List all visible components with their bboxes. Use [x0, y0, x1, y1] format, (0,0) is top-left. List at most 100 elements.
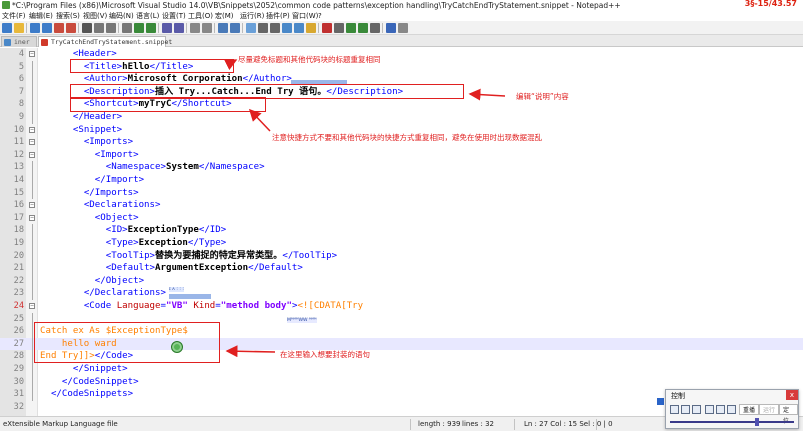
code-token: <ID> [105, 225, 128, 236]
menu-macro[interactable]: 宏(M) [215, 11, 234, 21]
find-icon[interactable] [162, 23, 172, 33]
undo-icon[interactable] [134, 23, 144, 33]
folder-as-workspace-icon[interactable] [306, 23, 316, 33]
redo-icon[interactable] [146, 23, 156, 33]
line-number: 6 [18, 74, 24, 85]
note-shortcut: 注意快捷方式不要和其他代码块的快捷方式重复相同，避免在使用时出现数据混乱 [272, 133, 542, 142]
record-macro-icon[interactable] [322, 23, 332, 33]
tab-active-snippet[interactable]: TryCatchEndTryStatement.snippet [38, 36, 172, 47]
menu-run[interactable]: 运行(R) [240, 11, 264, 21]
code-line[interactable]: 22 </Object> [0, 274, 803, 288]
sync-v-icon[interactable] [218, 23, 228, 33]
save-icon[interactable] [30, 23, 40, 33]
code-token: Microsoft Corporation [127, 74, 243, 85]
fold-guide [32, 60, 33, 74]
line-number: 28 [13, 351, 24, 362]
tab-inactive[interactable]: iner [1, 36, 37, 47]
code-line[interactable]: 16− <Declarations> [0, 199, 803, 212]
menu-window[interactable]: 窗口(W) [292, 11, 318, 21]
menu-edit[interactable]: 编辑(E) [29, 11, 53, 21]
close-icon[interactable] [54, 23, 64, 33]
fold-toggle-icon[interactable]: − [29, 51, 35, 57]
zoom-in-icon[interactable] [190, 23, 200, 33]
menu-file[interactable]: 文件(F) [2, 11, 26, 21]
code-line[interactable]: 19 <Type>Exception</Type> [0, 237, 803, 250]
menu-help[interactable]: ? [318, 11, 322, 21]
code-token: <Code [83, 301, 117, 311]
code-line[interactable]: 15 </Imports> [0, 186, 803, 200]
option-b-icon[interactable] [716, 405, 725, 414]
code-token: </Imports> [83, 187, 139, 198]
spell-icon[interactable] [386, 23, 396, 33]
zoom-out-icon[interactable] [202, 23, 212, 33]
fold-guide [32, 73, 33, 86]
code-line[interactable]: 13 <Namespace>System</Namespace> [0, 161, 803, 174]
toolbar-separator [118, 23, 119, 33]
fold-toggle-icon[interactable]: − [29, 139, 35, 146]
prev-icon[interactable] [670, 405, 679, 414]
menu-search[interactable]: 搜索(S) [56, 11, 80, 21]
doc-map-icon[interactable] [282, 23, 292, 33]
new-icon[interactable] [2, 23, 12, 33]
word-wrap-icon[interactable] [246, 23, 256, 33]
save-all-icon[interactable] [42, 23, 52, 33]
fold-toggle-icon[interactable]: − [29, 303, 35, 309]
menu-settings[interactable]: 设置(T) [162, 11, 186, 21]
close-all-icon[interactable] [66, 23, 76, 33]
locate-button[interactable]: 定位 [779, 404, 798, 425]
open-icon[interactable] [14, 23, 24, 33]
save-macro-icon[interactable] [370, 23, 380, 33]
line-number: 17 [13, 212, 24, 223]
paste-icon[interactable] [122, 23, 132, 33]
panel-dock-icon[interactable] [657, 398, 664, 405]
function-list-icon[interactable] [294, 23, 304, 33]
stop-record-icon[interactable] [334, 23, 344, 33]
close-icon[interactable]: x [786, 390, 798, 400]
progress-thumb[interactable] [754, 418, 759, 426]
menu-encoding[interactable]: 编码(N) [109, 11, 134, 21]
code-line[interactable]: 29 </Snippet> [0, 363, 803, 376]
code-token: "method body" [220, 301, 292, 311]
option-a-icon[interactable] [705, 405, 714, 414]
line-number: 25 [13, 313, 24, 324]
code-line[interactable]: 12− <Import> [0, 149, 803, 162]
fold-toggle-icon[interactable]: − [29, 126, 35, 133]
run-multiple-icon[interactable] [358, 23, 368, 33]
play-macro-icon[interactable] [346, 23, 356, 33]
fold-guide [32, 186, 33, 200]
all-chars-icon[interactable] [258, 23, 268, 33]
code-line[interactable]: 21 <Default>ArgumentException</Default> [0, 262, 803, 275]
fold-guide [32, 363, 33, 376]
code-line[interactable]: 14 </Import> [0, 174, 803, 187]
code-line[interactable]: 18 <ID>ExceptionType</ID> [0, 224, 803, 237]
print-icon[interactable] [82, 23, 92, 33]
menu-tools[interactable]: 工具(O) [188, 11, 213, 21]
indent-guide-icon[interactable] [270, 23, 280, 33]
code-line[interactable]: 9 </Header> [0, 111, 803, 124]
menu-view[interactable]: 视图(V) [83, 11, 107, 21]
fold-toggle-icon[interactable]: − [29, 214, 35, 221]
copy-icon[interactable] [106, 23, 116, 33]
option-c-icon[interactable] [727, 405, 736, 414]
progress-track[interactable] [670, 421, 794, 423]
run-button[interactable]: 运行 [759, 404, 780, 415]
extra-icon[interactable] [398, 23, 408, 33]
next-icon[interactable] [692, 405, 701, 414]
code-text: <ID>ExceptionType</ID> [106, 224, 226, 237]
replay-button[interactable]: 重播 [739, 404, 760, 415]
play-icon[interactable] [681, 405, 690, 414]
code-line[interactable]: 17− <Object> [0, 212, 803, 225]
line-number: 21 [13, 263, 24, 274]
replace-icon[interactable] [174, 23, 184, 33]
fold-toggle-icon[interactable]: − [29, 151, 35, 158]
code-line[interactable]: 30 </CodeSnippet> [0, 375, 803, 389]
line-number: 10 [13, 124, 24, 135]
sync-h-icon[interactable] [230, 23, 240, 33]
menu-language[interactable]: 语言(L) [136, 11, 159, 21]
code-line[interactable]: 24− <Code Language="VB" Kind="method body… [0, 300, 803, 313]
cut-icon[interactable] [94, 23, 104, 33]
fold-toggle-icon[interactable]: − [29, 202, 35, 209]
code-line[interactable]: 23 </Declarations> [0, 287, 803, 300]
code-line[interactable]: 20 <ToolTip>替换为要捕捉的特定异常类型。</ToolTip> [0, 249, 803, 263]
menu-plugins[interactable]: 插件(P) [266, 11, 290, 21]
